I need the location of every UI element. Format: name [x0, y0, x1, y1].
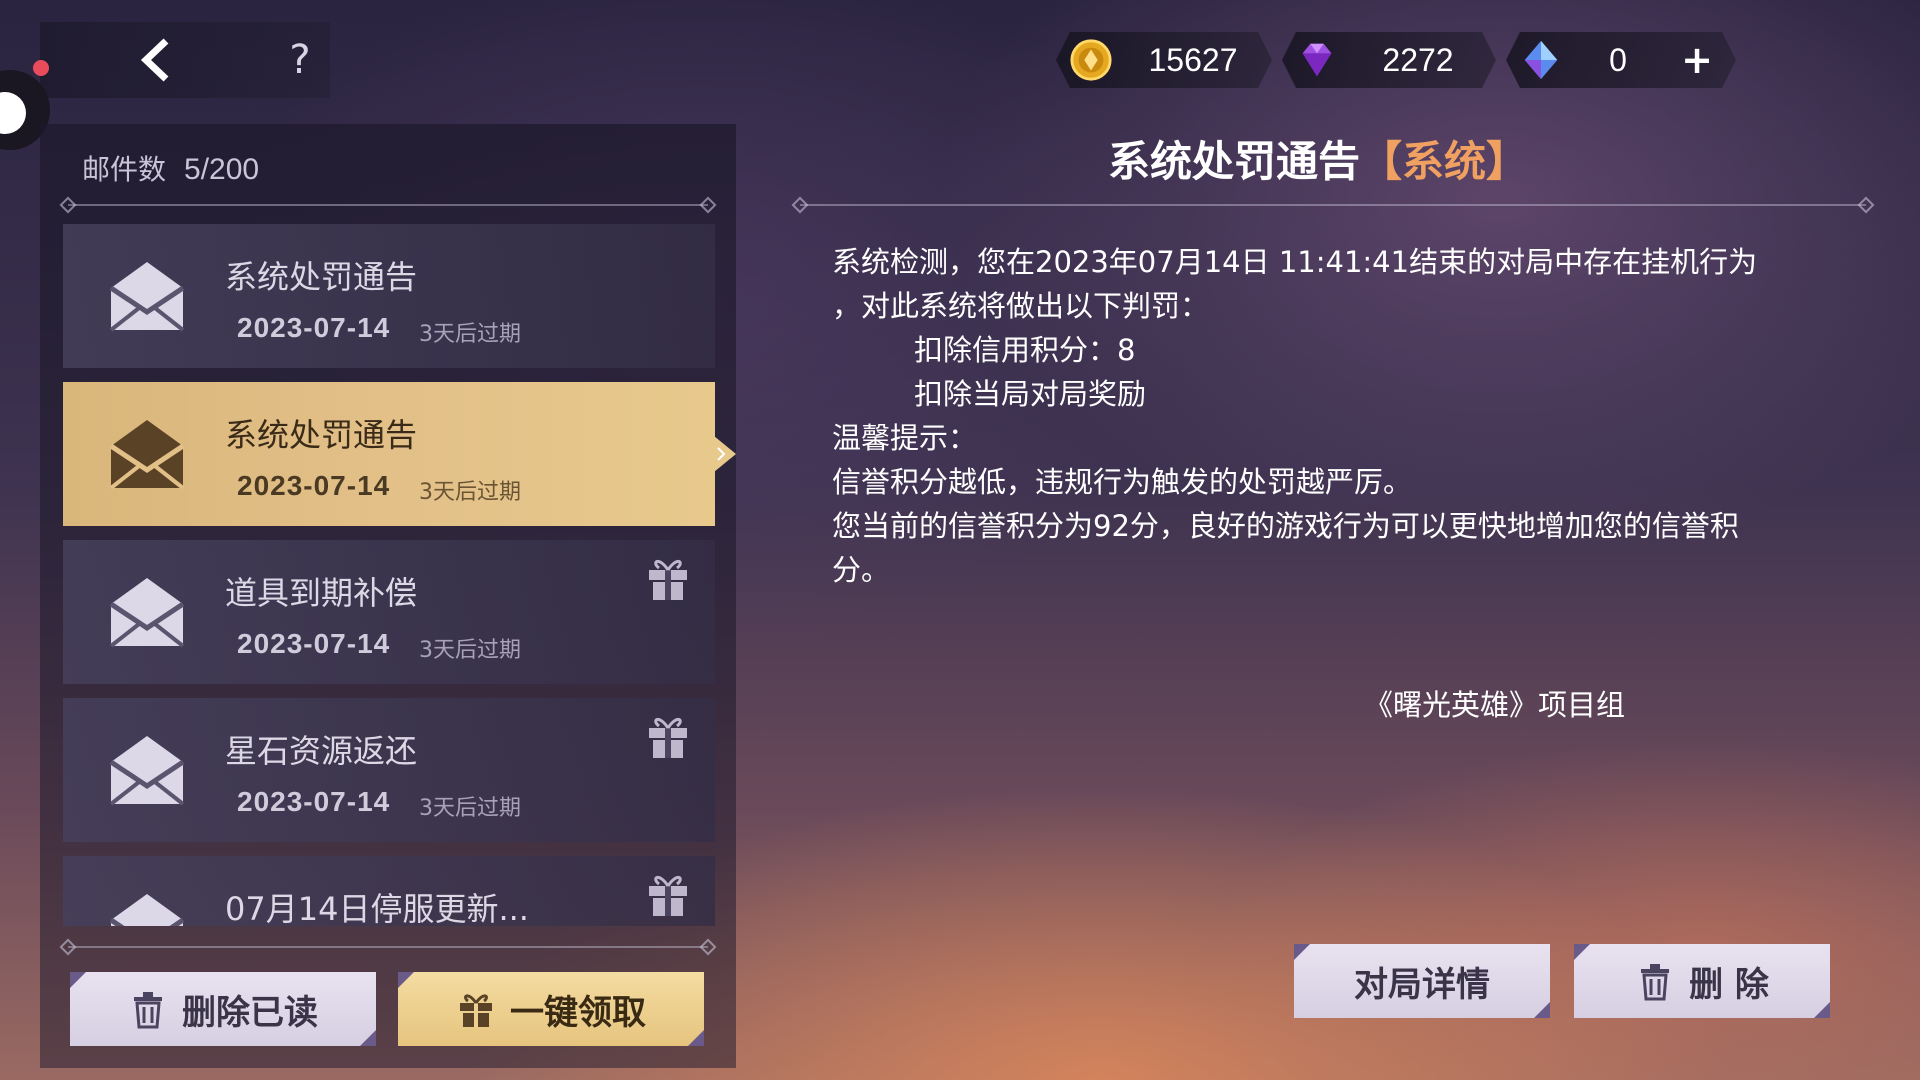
mail-item[interactable]: 07月14日停服更新...	[63, 856, 715, 926]
detail-title-text: 系统处罚通告	[1108, 137, 1361, 186]
mail-title: 系统处罚通告	[225, 416, 418, 454]
mail-date: 2023-07-14	[237, 628, 391, 659]
mail-date: 2023-07-14	[237, 312, 391, 343]
mail-title: 星石资源返还	[225, 732, 418, 770]
envelope-icon	[109, 578, 185, 648]
mail-date: 2023-07-14	[237, 470, 391, 501]
coin-value: 15627	[1148, 41, 1238, 78]
mail-expire: 3天后过期	[419, 796, 521, 821]
mail-item[interactable]: 道具到期补偿 2023-07-14 3天后过期	[63, 540, 715, 684]
delete-read-label: 删除已读	[182, 992, 318, 1033]
notification-dot	[33, 60, 49, 76]
mail-date: 2023-07-14	[237, 786, 391, 817]
mail-title: 道具到期补偿	[225, 574, 418, 612]
gem-value: 2272	[1382, 41, 1454, 78]
match-details-button[interactable]: 对局详情	[1294, 944, 1550, 1018]
content-line: 分。	[832, 553, 891, 587]
mail-content: 系统检测，您在2023年07月14日 11:41:41结束的对局中存在挂机行为 …	[832, 240, 1862, 592]
envelope-icon	[109, 736, 185, 806]
content-line: 扣除当局对局奖励	[914, 377, 1147, 411]
gift-icon	[460, 994, 492, 1027]
mail-detail-title: 系统处罚通告【系统】	[0, 128, 1920, 189]
help-icon: ?	[289, 37, 311, 83]
mail-expire: 3天后过期	[419, 322, 521, 347]
delete-label: 删 除	[1689, 964, 1769, 1005]
trash-icon	[1641, 964, 1670, 1001]
help-button[interactable]: ?	[270, 22, 330, 98]
gift-icon	[649, 876, 687, 916]
gem-counter: 2272	[1282, 32, 1496, 88]
plus-icon[interactable]: +	[1672, 38, 1722, 82]
coin-icon	[1068, 37, 1114, 83]
detail-divider	[800, 204, 1866, 206]
coin-counter: 15627	[1056, 32, 1272, 88]
mail-item[interactable]: 系统处罚通告 2023-07-14 3天后过期	[63, 224, 715, 368]
envelope-icon	[109, 420, 185, 490]
gift-icon	[649, 718, 687, 758]
content-line: 信誉积分越低，违规行为触发的处罚越严厉。	[832, 465, 1413, 499]
list-top-divider	[68, 204, 708, 206]
mail-item[interactable]: 星石资源返还 2023-07-14 3天后过期	[63, 698, 715, 842]
envelope-icon	[109, 894, 185, 926]
mail-title: 系统处罚通告	[225, 258, 418, 296]
detail-tag: 【系统】	[1360, 137, 1529, 186]
delete-button[interactable]: 删 除	[1574, 944, 1830, 1018]
content-line: ，对此系统将做出以下判罚：	[832, 289, 1210, 323]
mail-signature: 《曙光英雄》项目组	[1364, 688, 1626, 722]
gift-icon	[649, 560, 687, 600]
crystal-counter: 0 +	[1506, 32, 1736, 88]
back-arrow-icon	[140, 38, 169, 82]
gem-icon	[1294, 37, 1340, 83]
crystal-icon	[1518, 37, 1564, 83]
mail-item-selected[interactable]: 系统处罚通告 2023-07-14 3天后过期	[63, 382, 715, 526]
claim-all-button[interactable]: 一键领取	[398, 972, 704, 1046]
content-line: 扣除信用积分：8	[914, 333, 1136, 367]
mail-expire: 3天后过期	[419, 638, 521, 663]
claim-all-label: 一键领取	[510, 992, 646, 1033]
mail-list[interactable]: 系统处罚通告 2023-07-14 3天后过期 系统处罚通告 2023-07-1…	[63, 224, 717, 926]
crystal-value: 0	[1609, 41, 1627, 78]
back-button[interactable]	[110, 22, 200, 98]
content-line: 系统检测，您在2023年07月14日 11:41:41结束的对局中存在挂机行为	[832, 245, 1758, 279]
delete-read-button[interactable]: 删除已读	[70, 972, 376, 1046]
selection-arrow-icon	[714, 436, 736, 472]
envelope-icon	[109, 262, 185, 332]
mail-title: 07月14日停服更新...	[225, 890, 529, 926]
trash-icon	[134, 992, 162, 1029]
mail-expire: 3天后过期	[419, 480, 521, 505]
content-line: 您当前的信誉积分为92分，良好的游戏行为可以更快地增加您的信誉积	[832, 509, 1739, 543]
list-bottom-divider	[68, 946, 708, 948]
match-details-label: 对局详情	[1354, 964, 1490, 1005]
content-line: 温馨提示：	[832, 421, 978, 455]
